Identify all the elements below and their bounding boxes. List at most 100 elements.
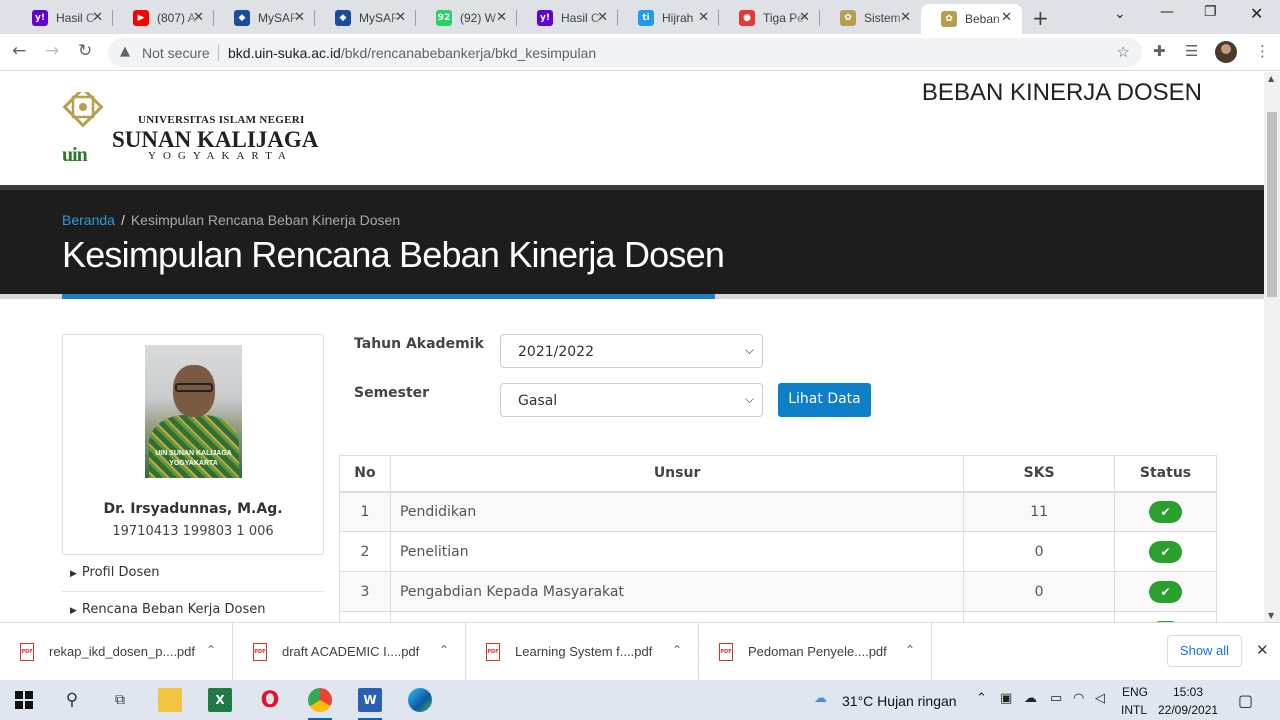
browser-tab[interactable]: y! Hasil C ✕	[517, 4, 618, 32]
download-item[interactable]: PDF Learning System f....pdf ⌃	[466, 623, 699, 681]
logo-line-3: YOGYAKARTA	[148, 150, 293, 162]
photo-watermark-2: YOGYAKARTA	[169, 459, 218, 467]
url-text[interactable]: bkd.uin-suka.ac.id/bkd/rencanabebankerja…	[228, 45, 596, 61]
close-tab-icon[interactable]: ✕	[496, 10, 507, 25]
browser-tab[interactable]: ✿ Sistem ✕	[820, 4, 921, 32]
reload-icon[interactable]: ↻	[78, 41, 92, 61]
sidenav-item-profil-dosen[interactable]: ▶ Profil Dosen	[62, 555, 324, 592]
lihat-data-button[interactable]: Lihat Data	[778, 383, 871, 417]
browser-tab[interactable]: y! Hasil C ✕	[12, 4, 113, 32]
back-icon[interactable]: ←	[12, 41, 26, 61]
cell-status: ✔	[1114, 611, 1217, 622]
chrome-icon[interactable]	[308, 688, 332, 720]
download-options-chevron-icon[interactable]: ⌃	[206, 643, 216, 657]
summary-table: No Unsur SKS Status 1 Pendidikan 11 ✔ 2 …	[339, 455, 1217, 622]
close-tab-icon[interactable]: ✕	[900, 10, 911, 25]
sidenav-item-rencana-beban-kerja[interactable]: ▶ Rencana Beban Kerja Dosen	[62, 592, 324, 622]
close-tab-icon[interactable]: ✕	[92, 10, 103, 25]
download-options-chevron-icon[interactable]: ⌃	[905, 643, 915, 657]
language-code[interactable]: ENG	[1122, 685, 1148, 699]
uin-icon: ✿	[941, 11, 957, 27]
clock-date[interactable]: 22/09/2021	[1158, 703, 1218, 717]
page-scrollbar[interactable]: ▲ ▼	[1264, 72, 1280, 622]
new-tab-button[interactable]: +	[1032, 6, 1049, 30]
keyboard-layout[interactable]: INTL	[1121, 703, 1147, 717]
col-header-unsur: Unsur	[389, 455, 965, 493]
browser-tab[interactable]: ◆ MySAF ✕	[214, 4, 315, 32]
yahoo-icon: y!	[32, 10, 48, 26]
menu-icon[interactable]: ⋮	[1255, 42, 1270, 60]
file-explorer-icon[interactable]	[158, 688, 182, 712]
logo-line-1: UNIVERSITAS ISLAM NEGERI	[138, 114, 305, 126]
semester-select[interactable]: Gasal ⌵	[500, 383, 763, 417]
browser-tab[interactable]: ◆ MySAF ✕	[315, 4, 416, 32]
show-all-downloads-button[interactable]: Show all	[1167, 635, 1242, 667]
scroll-down-icon[interactable]: ▼	[1268, 611, 1274, 620]
close-tab-icon[interactable]: ✕	[597, 10, 608, 25]
not-secure-label[interactable]: Not secure	[142, 45, 210, 61]
task-view-icon[interactable]: ⧉	[108, 688, 132, 712]
download-item[interactable]: PDF rekap_ikd_dosen_p....pdf ⌃	[0, 623, 233, 681]
hero-underline	[0, 294, 1264, 299]
close-shelf-icon[interactable]: ✕	[1256, 641, 1269, 659]
chevron-down-icon: ⌵	[744, 343, 754, 357]
profile-card: UIN SUNAN KALIJAGA YOGYAKARTA Dr. Irsyadu…	[62, 334, 324, 555]
close-tab-icon[interactable]: ✕	[294, 10, 305, 25]
meet-now-icon[interactable]: ▣	[1000, 691, 1012, 706]
weather-text[interactable]: 31°C Hujan ringan	[842, 693, 957, 709]
download-item[interactable]: PDF draft ACADEMIC I....pdf ⌃	[233, 623, 466, 681]
close-tab-icon[interactable]: ✕	[698, 10, 709, 25]
weather-icon[interactable]: ☁	[814, 691, 827, 706]
edge-icon[interactable]	[408, 688, 432, 712]
web-page: uin UNIVERSITAS ISLAM NEGERI SUNAN KALIJ…	[0, 72, 1264, 622]
browser-tab[interactable]: ▶ (807) A ✕	[113, 4, 214, 32]
scroll-up-icon[interactable]: ▲	[1268, 74, 1274, 83]
breadcrumb-home-link[interactable]: Beranda	[62, 212, 115, 228]
caret-right-icon: ▶	[70, 569, 77, 579]
minimize-icon[interactable]: —	[1160, 4, 1174, 20]
tab-search-icon[interactable]: ⌄	[1114, 6, 1126, 22]
download-options-chevron-icon[interactable]: ⌃	[439, 643, 449, 657]
word-icon[interactable]: W	[358, 688, 382, 720]
browser-tab[interactable]: ● Tiga Pe ✕	[719, 4, 820, 32]
close-window-icon[interactable]: ✕	[1250, 4, 1263, 23]
volume-icon[interactable]: ◁	[1095, 691, 1105, 706]
browser-tab[interactable]: ti Hijrah ✕	[618, 4, 719, 32]
wifi-icon[interactable]: ◠	[1073, 691, 1084, 706]
browser-tab[interactable]: 92 (92) W ✕	[416, 4, 517, 32]
restore-icon[interactable]: ❐	[1204, 4, 1217, 20]
excel-icon[interactable]: X	[208, 688, 232, 712]
battery-icon[interactable]: ▭	[1050, 691, 1062, 706]
media-control-icon[interactable]: ☰	[1185, 42, 1198, 60]
tahun-akademik-select[interactable]: 2021/2022 ⌵	[500, 334, 763, 368]
bookmark-star-icon[interactable]: ☆	[1117, 43, 1130, 61]
onedrive-icon[interactable]: ☁	[1024, 691, 1037, 706]
profile-avatar[interactable]	[1215, 41, 1237, 63]
search-icon[interactable]: ⚲	[60, 688, 84, 712]
extensions-icon[interactable]: ✚	[1153, 42, 1166, 60]
download-item[interactable]: PDF Pedoman Penyele....pdf ⌃	[699, 623, 932, 681]
cell-no: 1	[339, 491, 391, 532]
semester-label: Semester	[354, 385, 430, 401]
close-tab-icon[interactable]: ✕	[799, 10, 810, 25]
download-filename: draft ACADEMIC I....pdf	[282, 644, 420, 659]
cell-unsur: Penelitian	[389, 531, 964, 572]
notification-icon[interactable]: ▢	[1238, 691, 1253, 710]
close-tab-icon[interactable]: ✕	[1001, 10, 1012, 25]
tray-chevron-icon[interactable]: ⌃	[976, 691, 987, 706]
cell-sks: 0	[963, 571, 1115, 612]
opera-icon[interactable]: O	[258, 688, 282, 713]
cell-sks	[963, 611, 1115, 622]
scrollbar-thumb[interactable]	[1267, 112, 1277, 297]
yahoo-icon: y!	[537, 10, 553, 26]
forward-icon[interactable]: →	[45, 41, 59, 61]
windows-start-icon[interactable]	[12, 688, 36, 712]
close-tab-icon[interactable]: ✕	[395, 10, 406, 25]
close-tab-icon[interactable]: ✕	[193, 10, 204, 25]
address-bar[interactable]: ▲ Not secure bkd.uin-suka.ac.id/bkd/renc…	[108, 38, 1142, 67]
clock-time[interactable]: 15:03	[1173, 685, 1203, 699]
browser-tab[interactable]: ✿ Beban ✕	[921, 4, 1022, 34]
cell-status: ✔	[1114, 531, 1217, 572]
table-row: 3 Pengabdian Kepada Masyarakat 0 ✔	[339, 571, 1217, 612]
download-options-chevron-icon[interactable]: ⌃	[672, 643, 682, 657]
